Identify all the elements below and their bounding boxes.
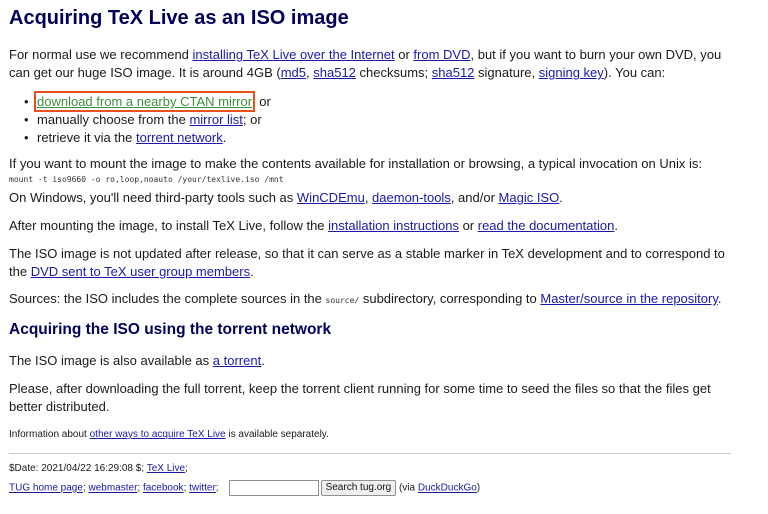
footer-links-line: TUG home page; webmaster; facebook; twit… <box>9 480 480 496</box>
wincdemu-link[interactable]: WinCDEmu <box>297 190 365 205</box>
search-button[interactable]: Search tug.org <box>320 480 397 496</box>
after-mount-paragraph: After mounting the image, to install TeX… <box>9 217 735 235</box>
mount-paragraph: If you want to mount the image to make t… <box>9 156 702 171</box>
torrent-network-link[interactable]: torrent network <box>136 130 223 145</box>
footer-date: $Date: 2021/04/22 16:29:08 $; <box>9 463 147 474</box>
torrent-text: . <box>261 353 265 368</box>
footer-date-line: $Date: 2021/04/22 16:29:08 $; TeX Live; <box>9 462 188 476</box>
windows-paragraph: On Windows, you'll need third-party tool… <box>9 189 735 207</box>
intro-text: signature, <box>474 65 539 80</box>
mount-command: mount -t iso9660 -o ro,loop,noauto /your… <box>9 175 284 184</box>
torrent-paragraph: The ISO image is also available as a tor… <box>9 352 735 370</box>
footer-separator: ; <box>185 463 188 474</box>
dvd-sent-link[interactable]: DVD sent to TeX user group members <box>31 264 250 279</box>
list-item-text: ; or <box>252 94 271 109</box>
master-source-link[interactable]: Master/source in the repository <box>540 291 718 306</box>
sources-text: subdirectory, corresponding to <box>359 291 541 306</box>
page-title: Acquiring TeX Live as an ISO image <box>9 7 349 29</box>
torrent-text: The ISO image is also available as <box>9 353 213 368</box>
info-text: is available separately. <box>225 429 329 440</box>
daemon-tools-link[interactable]: daemon-tools <box>372 190 451 205</box>
texlive-link[interactable]: TeX Live <box>147 463 185 474</box>
list-item: download from a nearby CTAN mirror; or <box>9 91 409 112</box>
seed-paragraph: Please, after downloading the full torre… <box>9 381 711 414</box>
sha512-checksum-link[interactable]: sha512 <box>313 65 356 80</box>
list-item-text: retrieve it via the <box>37 130 136 145</box>
install-internet-link[interactable]: installing TeX Live over the Internet <box>193 47 395 62</box>
intro-text: ). You can: <box>603 65 666 80</box>
intro-text: checksums; <box>355 65 432 80</box>
mirror-list-link[interactable]: mirror list <box>189 112 242 127</box>
windows-text: . <box>559 190 563 205</box>
windows-text: , <box>364 190 373 205</box>
after-mount-text: After mounting the image, to install TeX… <box>9 218 329 233</box>
list-item: retrieve it via the torrent network. <box>9 129 409 147</box>
torrent-link[interactable]: a torrent <box>213 353 261 368</box>
list-item-text: ; or <box>242 112 262 127</box>
list-item: manually choose from the mirror list; or <box>9 111 409 129</box>
other-ways-link[interactable]: other ways to acquire TeX Live <box>90 429 226 440</box>
intro-paragraph: For normal use we recommend installing T… <box>9 46 735 82</box>
torrent-heading: Acquiring the ISO using the torrent netw… <box>9 321 332 338</box>
source-dir-code: source/ <box>325 296 360 305</box>
download-options-list: download from a nearby CTAN mirror; or m… <box>9 91 409 147</box>
signing-key-link[interactable]: signing key <box>539 65 604 80</box>
list-item-text: manually choose from the <box>37 112 190 127</box>
intro-text: or <box>394 47 414 62</box>
webmaster-link[interactable]: webmaster <box>89 483 138 494</box>
after-mount-text: . <box>614 218 618 233</box>
windows-text: , and/or <box>450 190 499 205</box>
sources-text: . <box>717 291 722 306</box>
sources-paragraph: Sources: the ISO includes the complete s… <box>9 290 735 310</box>
facebook-link[interactable]: facebook <box>143 483 184 494</box>
intro-text: For normal use we recommend <box>9 47 193 62</box>
list-item-text: . <box>222 130 227 145</box>
installation-instructions-link[interactable]: installation instructions <box>328 218 459 233</box>
search-input[interactable] <box>228 480 319 496</box>
sha512-signature-link[interactable]: sha512 <box>432 65 475 80</box>
from-dvd-link[interactable]: from DVD <box>413 47 470 62</box>
tug-home-link[interactable]: TUG home page <box>9 483 83 494</box>
windows-text: On Windows, you'll need third-party tool… <box>9 190 297 205</box>
after-mount-text: or <box>458 218 478 233</box>
md5-link[interactable]: md5 <box>281 65 306 80</box>
info-paragraph: Information about other ways to acquire … <box>9 428 735 442</box>
magic-iso-link[interactable]: Magic ISO <box>499 190 560 205</box>
footer-via-text: (via <box>398 482 418 494</box>
duckduckgo-link[interactable]: DuckDuckGo <box>418 483 477 494</box>
not-updated-text: . <box>250 264 254 279</box>
not-updated-paragraph: The ISO image is not updated after relea… <box>9 245 735 281</box>
twitter-link[interactable]: twitter <box>189 483 216 494</box>
footer-divider <box>9 453 731 454</box>
read-documentation-link[interactable]: read the documentation <box>478 218 615 233</box>
info-text: Information about <box>9 429 90 440</box>
sources-text: Sources: the ISO includes the complete s… <box>9 291 326 306</box>
footer-via-text: ) <box>476 482 481 494</box>
ctan-mirror-link[interactable]: download from a nearby CTAN mirror <box>33 91 256 112</box>
footer-separator: ; <box>215 482 219 494</box>
